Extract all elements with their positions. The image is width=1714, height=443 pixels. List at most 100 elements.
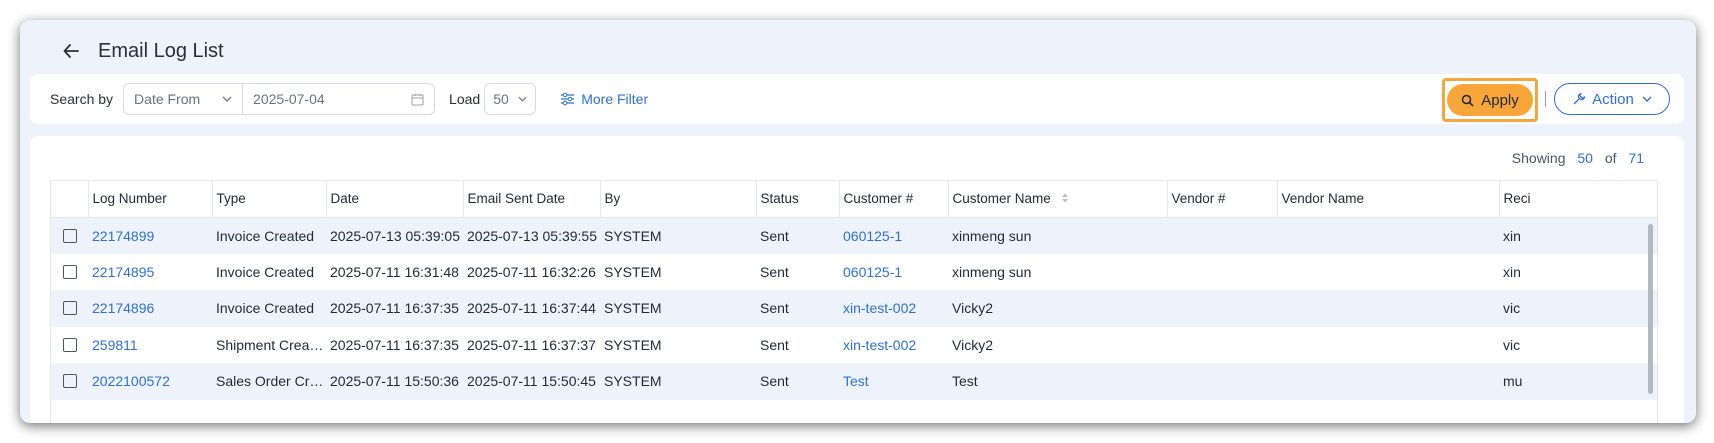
by-cell: SYSTEM <box>600 363 756 400</box>
column-header-status[interactable]: Status <box>756 181 840 218</box>
results-card: Showing 50 of 71 Log Number Type Date Em… <box>30 136 1684 423</box>
table-row[interactable]: 22174896 Invoice Created 2025-07-11 16:37:… <box>51 290 1657 327</box>
sort-icon[interactable] <box>1061 192 1069 207</box>
vendor-name-cell <box>1277 253 1499 290</box>
date-cell: 2025-07-11 16:31:48 <box>326 253 463 290</box>
table-row[interactable]: 2022100572 Sales Order Crea... 2025-07-11 … <box>51 363 1657 400</box>
action-button[interactable]: Action <box>1554 83 1670 115</box>
status-cell: Sent <box>756 326 839 363</box>
email-sent-date-cell: 2025-07-11 15:50:45 <box>463 363 600 400</box>
search-by-select[interactable]: Date From <box>123 83 244 115</box>
row-checkbox[interactable] <box>63 337 77 352</box>
row-select-cell <box>51 253 88 290</box>
calendar-icon <box>411 93 424 105</box>
email-sent-date-cell: 2025-07-13 05:39:55 <box>463 217 600 254</box>
more-filter-label: More Filter <box>581 91 649 107</box>
customer-number-cell[interactable]: Test <box>839 363 948 400</box>
recipient-cell: xin <box>1499 253 1657 290</box>
apply-label: Apply <box>1481 91 1519 109</box>
customer-name-header-label: Customer Name <box>952 190 1051 206</box>
recipient-cell: mu <box>1499 363 1657 400</box>
sliders-icon <box>561 92 575 106</box>
log-number-cell[interactable]: 22174896 <box>88 290 212 327</box>
chevron-down-icon <box>518 96 527 102</box>
load-value: 50 <box>493 91 509 107</box>
column-header-customer-number[interactable]: Customer # <box>839 181 949 218</box>
shown-count: 50 <box>1577 150 1593 166</box>
vendor-name-cell <box>1277 363 1499 400</box>
table-row[interactable]: 22174895 Invoice Created 2025-07-11 16:31:… <box>51 253 1657 290</box>
status-cell: Sent <box>756 217 839 254</box>
load-select[interactable]: 50 <box>484 83 537 115</box>
email-sent-date-cell: 2025-07-11 16:37:37 <box>463 326 600 363</box>
vendor-number-cell <box>1167 290 1277 327</box>
row-checkbox[interactable] <box>63 374 77 389</box>
wrench-icon <box>1573 92 1586 105</box>
row-checkbox[interactable] <box>63 264 77 279</box>
page-title: Email Log List <box>98 39 224 62</box>
showing-label: Showing <box>1511 150 1566 166</box>
vendor-number-cell <box>1167 363 1277 400</box>
select-column-header <box>51 181 89 218</box>
email-log-window: Email Log List Search by Date From 2025-… <box>20 20 1696 423</box>
table-row[interactable]: 22174899 Invoice Created 2025-07-13 05:39:… <box>51 217 1657 254</box>
column-header-email-sent-date[interactable]: Email Sent Date <box>463 181 601 218</box>
apply-button[interactable]: Apply <box>1447 84 1533 116</box>
column-header-log-number[interactable]: Log Number <box>88 181 213 218</box>
showing-count: Showing 50 of 71 <box>1512 150 1644 166</box>
column-header-date[interactable]: Date <box>326 181 464 218</box>
vendor-name-cell <box>1277 326 1499 363</box>
status-cell: Sent <box>756 363 839 400</box>
customer-number-cell[interactable]: 060125-1 <box>839 217 948 254</box>
customer-number-cell[interactable]: 060125-1 <box>839 253 948 290</box>
vertical-scrollbar[interactable] <box>1648 224 1653 394</box>
date-cell: 2025-07-13 05:39:05 <box>326 217 463 254</box>
type-cell: Invoice Created <box>212 217 326 254</box>
customer-name-cell: Test <box>948 363 1167 400</box>
vendor-number-cell <box>1167 326 1277 363</box>
customer-number-cell[interactable]: xin-test-002 <box>839 326 948 363</box>
type-cell: Invoice Created <box>212 290 326 327</box>
chevron-down-icon <box>222 96 232 102</box>
customer-name-cell: xinmeng sun <box>948 253 1167 290</box>
search-by-label: Search by <box>50 91 114 107</box>
table-header-row: Log Number Type Date Email Sent Date By … <box>51 181 1657 218</box>
more-filter-link[interactable]: More Filter <box>560 91 648 107</box>
search-icon <box>1461 94 1474 107</box>
row-checkbox[interactable] <box>63 301 77 316</box>
row-select-cell <box>51 290 88 327</box>
log-number-cell[interactable]: 22174899 <box>88 217 212 254</box>
vendor-name-cell <box>1277 217 1499 254</box>
vendor-number-cell <box>1167 253 1277 290</box>
customer-name-cell: Vicky2 <box>948 326 1167 363</box>
email-sent-date-cell: 2025-07-11 16:32:26 <box>463 253 600 290</box>
by-cell: SYSTEM <box>600 290 756 327</box>
date-cell: 2025-07-11 16:37:35 <box>326 326 463 363</box>
table-row[interactable]: 259811 Shipment Created 2025-07-11 16:37:3… <box>51 326 1657 363</box>
chevron-down-icon <box>1642 96 1652 102</box>
customer-number-cell[interactable]: xin-test-002 <box>839 290 948 327</box>
load-label: Load <box>449 91 481 107</box>
column-header-vendor-name[interactable]: Vendor Name <box>1277 181 1500 218</box>
column-header-by[interactable]: By <box>600 181 757 218</box>
log-number-cell[interactable]: 22174895 <box>88 253 212 290</box>
column-header-vendor-number[interactable]: Vendor # <box>1167 181 1278 218</box>
by-cell: SYSTEM <box>600 326 756 363</box>
date-from-input[interactable]: 2025-07-04 <box>243 83 436 115</box>
log-number-cell[interactable]: 2022100572 <box>88 363 212 400</box>
type-cell: Sales Order Crea... <box>212 363 326 400</box>
page-header: Email Log List <box>56 34 224 68</box>
total-count: 71 <box>1628 150 1644 166</box>
back-arrow-icon[interactable] <box>56 36 86 66</box>
email-sent-date-cell: 2025-07-11 16:37:44 <box>463 290 600 327</box>
apply-highlight: Apply <box>1442 78 1538 122</box>
row-select-cell <box>51 217 88 254</box>
column-header-recipient[interactable]: Reci <box>1499 181 1657 218</box>
recipient-cell: vic <box>1499 326 1657 363</box>
vendor-number-cell <box>1167 217 1277 254</box>
email-log-table: Log Number Type Date Email Sent Date By … <box>50 180 1658 423</box>
column-header-type[interactable]: Type <box>212 181 327 218</box>
column-header-customer-name[interactable]: Customer Name <box>948 181 1168 218</box>
log-number-cell[interactable]: 259811 <box>88 326 212 363</box>
row-checkbox[interactable] <box>63 228 77 243</box>
